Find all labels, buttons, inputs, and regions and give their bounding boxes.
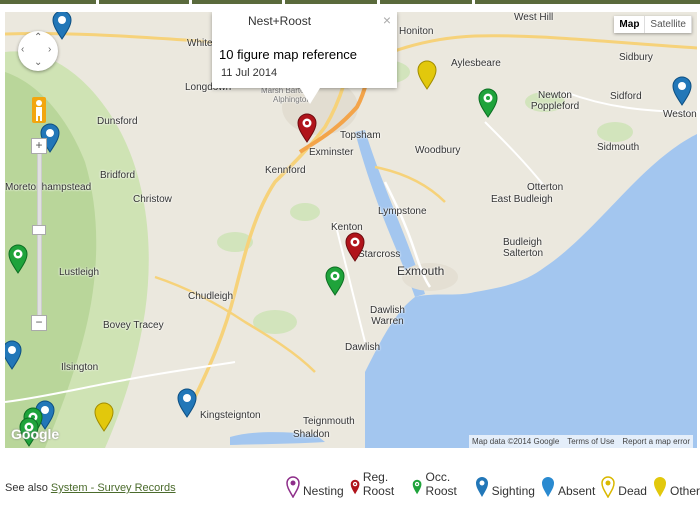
reg-roost-pin-icon bbox=[350, 479, 360, 495]
place-label: East Budleigh bbox=[491, 194, 553, 205]
pan-up-icon[interactable]: ⌃ bbox=[34, 32, 42, 43]
nav-tab-strip[interactable] bbox=[475, 0, 700, 4]
legend-label: Occ. Roost bbox=[425, 470, 457, 498]
street-view-pegman-icon[interactable] bbox=[32, 97, 46, 123]
survey-records-link[interactable]: System - Survey Records bbox=[51, 482, 176, 494]
legend-label: Dead bbox=[618, 484, 647, 498]
legend-item-absent: Absent bbox=[541, 476, 595, 498]
info-window-pointer bbox=[300, 88, 320, 104]
place-label: Shaldon bbox=[293, 429, 330, 440]
place-label: Sidmouth bbox=[597, 142, 640, 153]
pan-left-icon[interactable]: ‹ bbox=[21, 44, 24, 55]
legend-item-other: Other bbox=[653, 476, 700, 498]
legend-label: Other bbox=[669, 484, 700, 498]
sighting-marker[interactable] bbox=[52, 12, 72, 40]
occ-roost-marker[interactable] bbox=[478, 88, 498, 118]
legend-item-dead: Dead bbox=[601, 476, 647, 498]
place-label: Christow bbox=[133, 194, 172, 205]
other-marker[interactable] bbox=[417, 60, 437, 90]
nav-tab-strip[interactable] bbox=[0, 0, 96, 4]
place-label: Lustleigh bbox=[59, 267, 100, 278]
place-label: Dawlish bbox=[345, 342, 381, 353]
zoom-slider-track[interactable] bbox=[37, 152, 42, 330]
place-label: Ilsington bbox=[61, 362, 99, 373]
sighting-pin-icon bbox=[475, 477, 488, 497]
info-window-reference: 10 figure map reference bbox=[219, 47, 358, 62]
sighting-marker[interactable] bbox=[177, 388, 197, 418]
sighting-marker[interactable] bbox=[672, 76, 692, 106]
google-logo[interactable]: Google bbox=[11, 426, 59, 442]
occ-roost-marker[interactable] bbox=[8, 244, 28, 274]
place-label: Chudleigh bbox=[188, 291, 234, 302]
place-label: Newton Poppleford bbox=[530, 90, 580, 112]
place-label: Dawlish Warren bbox=[369, 305, 405, 327]
map-type-map-button[interactable]: Map bbox=[614, 16, 646, 33]
place-label: Aylesbeare bbox=[451, 58, 501, 69]
see-also-prefix: See also bbox=[5, 482, 48, 494]
dead-pin-icon bbox=[601, 476, 616, 498]
nav-tab-strip[interactable] bbox=[192, 0, 282, 4]
nav-tab-strip[interactable] bbox=[380, 0, 472, 4]
zoom-out-button[interactable]: − bbox=[31, 315, 47, 331]
place-label: Kennford bbox=[265, 165, 306, 176]
report-map-error-link[interactable]: Report a map error bbox=[622, 437, 690, 446]
zoom-in-button[interactable]: + bbox=[31, 138, 47, 154]
top-nav-strip bbox=[0, 0, 700, 12]
info-window: Nest+Roost × 10 figure map reference 11 … bbox=[212, 12, 397, 104]
place-label: Kingsteignton bbox=[200, 410, 261, 421]
map-type-satellite-button[interactable]: Satellite bbox=[645, 16, 692, 33]
place-label: Teignmouth bbox=[303, 416, 355, 427]
nesting-pin-icon bbox=[286, 476, 300, 498]
place-label: Honiton bbox=[399, 26, 434, 37]
close-icon[interactable]: × bbox=[383, 12, 391, 28]
nav-tab-strip[interactable] bbox=[285, 0, 377, 4]
marker-legend: Nesting Reg. Roost Occ. Roost Sighting A… bbox=[286, 470, 700, 498]
legend-item-nesting: Nesting bbox=[286, 476, 344, 498]
occ-roost-pin-icon bbox=[413, 479, 422, 495]
place-label: Topsham bbox=[340, 130, 381, 141]
place-label: Bovey Tracey bbox=[103, 320, 164, 331]
place-label: Sidford bbox=[610, 91, 642, 102]
place-label: Bridford bbox=[100, 170, 136, 181]
place-label: Moretonhampstead bbox=[5, 182, 92, 193]
sighting-marker[interactable] bbox=[5, 340, 22, 370]
legend-item-occ-roost: Occ. Roost bbox=[412, 470, 468, 498]
place-label: Dunsford bbox=[97, 116, 138, 127]
place-label: Budleigh Salterton bbox=[503, 237, 544, 259]
reg-roost-marker[interactable] bbox=[345, 232, 365, 262]
nav-tab-strip[interactable] bbox=[99, 0, 189, 4]
place-label: Exminster bbox=[309, 147, 354, 158]
legend-label: Absent bbox=[557, 484, 596, 498]
map-attribution: Map data ©2014 Google Terms of Use Repor… bbox=[468, 435, 693, 448]
map-footer: See also System - Survey Records Nesting… bbox=[0, 458, 700, 525]
other-marker[interactable] bbox=[94, 402, 114, 432]
place-label: West Hill bbox=[514, 12, 554, 23]
pan-control[interactable]: ⌃ ⌄ ‹ › bbox=[18, 31, 58, 71]
place-label: Otterton bbox=[527, 182, 564, 193]
legend-label: Sighting bbox=[491, 484, 535, 498]
info-window-date: 11 Jul 2014 bbox=[221, 67, 278, 79]
legend-label: Reg. Roost bbox=[362, 470, 395, 498]
see-also-text: See also System - Survey Records bbox=[5, 482, 176, 494]
absent-pin-icon bbox=[541, 477, 554, 497]
map-type-control: Map Satellite bbox=[614, 16, 692, 33]
pan-right-icon[interactable]: › bbox=[48, 44, 51, 55]
reg-roost-marker[interactable] bbox=[297, 113, 317, 143]
place-label: Exmouth bbox=[397, 264, 445, 278]
place-label: Sidbury bbox=[619, 52, 653, 63]
terms-of-use-link[interactable]: Terms of Use bbox=[567, 437, 614, 446]
legend-item-sighting: Sighting bbox=[475, 476, 535, 498]
legend-label: Nesting bbox=[303, 484, 344, 498]
place-label: Lympstone bbox=[378, 206, 427, 217]
pan-down-icon[interactable]: ⌄ bbox=[34, 57, 42, 68]
other-pin-icon bbox=[653, 477, 666, 497]
place-label: Woodbury bbox=[415, 145, 461, 156]
zoom-slider-handle[interactable] bbox=[32, 225, 46, 235]
occ-roost-marker[interactable] bbox=[325, 266, 345, 296]
map-canvas[interactable]: West Hill Whitestone Honiton Aylesbeare … bbox=[5, 12, 697, 448]
place-label: Weston bbox=[663, 109, 697, 120]
map-data-credit: Map data ©2014 Google bbox=[471, 437, 560, 446]
info-window-title: Nest+Roost bbox=[248, 14, 312, 28]
legend-item-reg-roost: Reg. Roost bbox=[350, 470, 407, 498]
